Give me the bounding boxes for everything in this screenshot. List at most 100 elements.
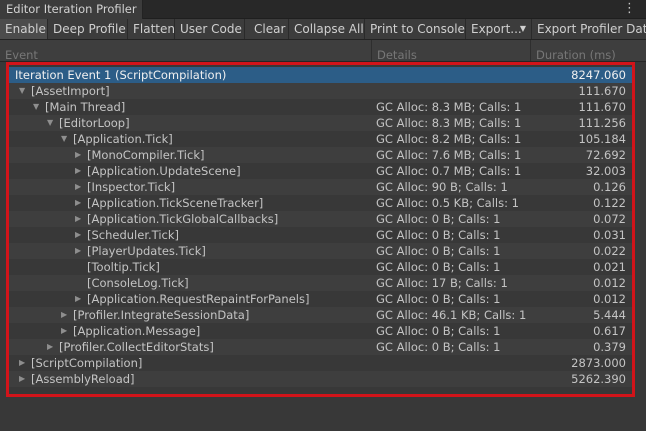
event-duration: 72.692: [585, 148, 626, 162]
column-duration[interactable]: Duration (ms): [531, 40, 646, 61]
event-details: GC Alloc: 0 B; Calls: 1: [376, 292, 501, 306]
export-label: Export...: [471, 22, 522, 36]
collapsed-arrow-icon[interactable]: ▶: [75, 163, 87, 179]
event-name: [EditorLoop]: [59, 116, 130, 130]
event-name: [Application.TickSceneTracker]: [87, 196, 264, 210]
event-name: [Application.Tick]: [73, 132, 173, 146]
window-titlebar: Editor Iteration Profiler ⋮: [0, 0, 646, 19]
collapsed-arrow-icon[interactable]: ▶: [75, 243, 87, 259]
event-details: GC Alloc: 0 B; Calls: 1: [376, 212, 501, 226]
tree-row[interactable]: ▶ [MonoCompiler.Tick] GC Alloc: 7.6 MB; C…: [9, 147, 633, 163]
event-name: [ConsoleLog.Tick]: [87, 276, 189, 290]
event-details: GC Alloc: 8.3 MB; Calls: 1: [376, 116, 522, 130]
event-duration: 0.012: [593, 276, 626, 290]
tree-row[interactable]: ▶ [PlayerUpdates.Tick] GC Alloc: 0 B; Cal…: [9, 243, 633, 259]
event-duration: 2873.000: [571, 356, 626, 370]
collapsed-arrow-icon[interactable]: ▶: [19, 355, 31, 371]
clear-button[interactable]: Clear: [249, 19, 289, 39]
expanded-arrow-icon[interactable]: ▼: [61, 131, 73, 147]
dropdown-arrow-icon: ▼: [519, 24, 526, 33]
event-duration: 5262.390: [571, 372, 626, 386]
event-details: GC Alloc: 8.3 MB; Calls: 1: [376, 100, 522, 114]
event-duration: 105.184: [578, 132, 626, 146]
tree-row[interactable]: ▶ [Inspector.Tick] GC Alloc: 90 B; Calls:…: [9, 179, 633, 195]
event-name: [Profiler.CollectEditorStats]: [59, 340, 214, 354]
event-name: [Application.Message]: [73, 324, 201, 338]
collapsed-arrow-icon[interactable]: ▶: [75, 179, 87, 195]
enable-button[interactable]: Enable: [0, 19, 48, 39]
tree-row[interactable]: ▶ [Profiler.CollectEditorStats] GC Alloc:…: [9, 339, 633, 355]
event-details: GC Alloc: 90 B; Calls: 1: [376, 180, 508, 194]
kebab-menu-icon[interactable]: ⋮: [623, 1, 636, 17]
collapsed-arrow-icon[interactable]: ▶: [61, 307, 73, 323]
flatten-button[interactable]: Flatten: [128, 19, 175, 39]
event-name: [Application.UpdateScene]: [87, 164, 241, 178]
window-tab[interactable]: Editor Iteration Profiler: [0, 0, 143, 19]
event-name: [Application.RequestRepaintForPanels]: [87, 292, 310, 306]
expanded-arrow-icon[interactable]: ▼: [19, 83, 31, 99]
tree-row[interactable]: ▶ [Profiler.IntegrateSessionData] GC Allo…: [9, 307, 633, 323]
tree-row[interactable]: ▶ [Application.TickSceneTracker] GC Alloc…: [9, 195, 633, 211]
event-duration: 0.021: [593, 260, 626, 274]
event-name: [Profiler.IntegrateSessionData]: [73, 308, 250, 322]
event-details: GC Alloc: 0 B; Calls: 1: [376, 324, 501, 338]
tree-row[interactable]: ▼ [AssetImport] 111.670: [9, 83, 633, 99]
event-name: Iteration Event 1 (ScriptCompilation): [15, 68, 227, 82]
event-duration: 0.122: [593, 196, 626, 210]
column-event[interactable]: Event: [0, 40, 372, 61]
event-name: [ScriptCompilation]: [31, 356, 143, 370]
print-to-console-button[interactable]: Print to Console: [365, 19, 466, 39]
event-duration: 32.003: [585, 164, 626, 178]
export-dropdown[interactable]: Export... ▼: [466, 19, 532, 39]
tree-row[interactable]: ▶ [Application.UpdateScene] GC Alloc: 0.7…: [9, 163, 633, 179]
collapsed-arrow-icon[interactable]: ▶: [75, 195, 87, 211]
collapsed-arrow-icon[interactable]: ▶: [47, 339, 59, 355]
event-details: GC Alloc: 0 B; Calls: 1: [376, 340, 501, 354]
expanded-arrow-icon[interactable]: ▼: [33, 99, 45, 115]
event-name: [Tooltip.Tick]: [87, 260, 160, 274]
event-details: GC Alloc: 0 B; Calls: 1: [376, 244, 501, 258]
column-details[interactable]: Details: [372, 40, 531, 61]
tree-row[interactable]: ▶ [Application.TickGlobalCallbacks] GC Al…: [9, 211, 633, 227]
tree-row[interactable]: ▶ [ScriptCompilation] 2873.000: [9, 355, 633, 371]
tree-row[interactable]: ▶ [Application.RequestRepaintForPanels] G…: [9, 291, 633, 307]
expanded-arrow-icon[interactable]: ▼: [47, 115, 59, 131]
tree-row[interactable]: ▼ [Application.Tick] GC Alloc: 8.2 MB; Ca…: [9, 131, 633, 147]
event-duration: 8247.060: [571, 68, 626, 82]
tree-row[interactable]: ▼ [Main Thread] GC Alloc: 8.3 MB; Calls: …: [9, 99, 633, 115]
event-name: [Inspector.Tick]: [87, 180, 176, 194]
user-code-button[interactable]: User Code: [175, 19, 245, 39]
toolbar: Enable Deep Profile Flatten User Code Cl…: [0, 19, 646, 40]
collapsed-arrow-icon[interactable]: ▶: [19, 371, 31, 387]
event-name: [Application.TickGlobalCallbacks]: [87, 212, 279, 226]
tree-row[interactable]: ▼ [EditorLoop] GC Alloc: 8.3 MB; Calls: 1…: [9, 115, 633, 131]
export-profiler-data-button[interactable]: Export Profiler Data: [532, 19, 646, 39]
event-name: [AssetImport]: [31, 84, 110, 98]
collapsed-arrow-icon[interactable]: ▶: [75, 291, 87, 307]
event-details: GC Alloc: 0 B; Calls: 1: [376, 260, 501, 274]
event-details: GC Alloc: 46.1 KB; Calls: 1: [376, 308, 526, 322]
event-duration: 0.012: [593, 292, 626, 306]
collapsed-arrow-icon[interactable]: ▶: [75, 211, 87, 227]
column-header: Event Details Duration (ms): [0, 40, 646, 62]
tree-row-iteration-event[interactable]: Iteration Event 1 (ScriptCompilation) 82…: [9, 67, 633, 83]
tree-row[interactable]: [ConsoleLog.Tick] GC Alloc: 17 B; Calls:…: [9, 275, 633, 291]
deep-profile-button[interactable]: Deep Profile: [48, 19, 128, 39]
tree-row[interactable]: ▶ [Application.Message] GC Alloc: 0 B; Ca…: [9, 323, 633, 339]
collapsed-arrow-icon[interactable]: ▶: [61, 323, 73, 339]
event-duration: 0.031: [593, 228, 626, 242]
event-duration: 0.072: [593, 212, 626, 226]
tree-row[interactable]: ▶ [Scheduler.Tick] GC Alloc: 0 B; Calls: …: [9, 227, 633, 243]
collapsed-arrow-icon[interactable]: ▶: [75, 147, 87, 163]
event-duration: 111.670: [578, 84, 626, 98]
tree-row[interactable]: ▶ [AssemblyReload] 5262.390: [9, 371, 633, 387]
event-duration: 0.379: [593, 340, 626, 354]
collapsed-arrow-icon[interactable]: ▶: [75, 227, 87, 243]
event-details: GC Alloc: 0.7 MB; Calls: 1: [376, 164, 522, 178]
event-tree: Iteration Event 1 (ScriptCompilation) 82…: [9, 67, 633, 387]
event-duration: 0.126: [593, 180, 626, 194]
event-duration: 111.670: [578, 100, 626, 114]
collapse-all-button[interactable]: Collapse All: [289, 19, 365, 39]
tree-row[interactable]: [Tooltip.Tick] GC Alloc: 0 B; Calls: 1 0…: [9, 259, 633, 275]
event-details: GC Alloc: 0.5 KB; Calls: 1: [376, 196, 519, 210]
